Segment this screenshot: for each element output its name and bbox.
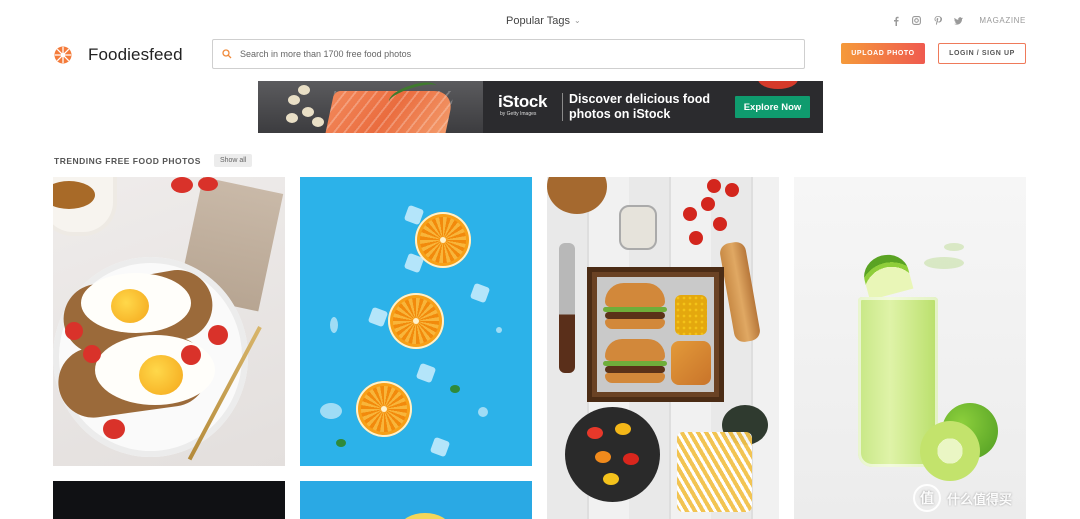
cherry-tomato <box>683 207 697 221</box>
search-input[interactable] <box>240 49 780 59</box>
burger-patty <box>605 366 665 373</box>
cherry-tomato <box>713 217 727 231</box>
burger-bun <box>605 373 665 383</box>
section-title: TRENDING FREE FOOD PHOTOS <box>54 155 201 166</box>
ad-nut <box>298 85 310 95</box>
facebook-icon[interactable] <box>891 16 900 26</box>
ad-food-image <box>258 81 483 133</box>
cherry-tomato <box>689 231 703 245</box>
tomato <box>208 325 228 345</box>
water-drop <box>496 327 502 333</box>
cherry-tomato <box>701 197 715 211</box>
ad-nut <box>288 95 300 105</box>
tomato <box>181 345 201 365</box>
ad-divider <box>562 93 563 121</box>
tea-cup <box>53 177 113 232</box>
burger-bun <box>605 283 665 307</box>
istock-logo: iStock by Getty Images <box>498 92 548 118</box>
pepper <box>587 427 603 439</box>
twitter-icon[interactable] <box>954 16 964 25</box>
ad-headline: Discover delicious food photos on iStock <box>569 92 711 121</box>
pinterest-icon[interactable] <box>933 15 942 25</box>
water-drop <box>320 403 342 419</box>
french-fries <box>677 432 752 512</box>
watermark-text: 什么值得买 <box>946 491 1012 507</box>
mint-leaf <box>336 439 346 447</box>
water-drop <box>330 317 338 333</box>
eggs-toast-photo[interactable] <box>53 177 285 466</box>
explore-now-button[interactable]: Explore Now <box>735 96 810 118</box>
lime-juice-photo[interactable]: 值 什么值得买 <box>794 177 1026 519</box>
istock-brand: iStock <box>498 92 548 111</box>
mushroom-bowl <box>547 177 607 214</box>
tomato <box>198 177 218 191</box>
tomato <box>65 322 83 340</box>
popular-tags-dropdown[interactable]: Popular Tags ⌄ <box>506 15 581 27</box>
ad-nut <box>302 107 314 117</box>
pepper <box>623 453 639 465</box>
chevron-down-icon: ⌄ <box>574 15 581 25</box>
upload-photo-button[interactable]: UPLOAD PHOTO <box>841 43 925 64</box>
tomato <box>171 177 193 193</box>
pepper-mill <box>718 240 762 344</box>
ice-cube <box>415 362 437 384</box>
burger-bun <box>605 319 665 329</box>
trending-section-header: TRENDING FREE FOOD PHOTOS Show all <box>54 154 253 167</box>
splash <box>924 257 964 269</box>
water-drop <box>478 407 488 417</box>
knife <box>559 243 575 373</box>
cherry-tomato <box>707 179 721 193</box>
ice-cube <box>367 306 389 328</box>
search-icon <box>222 49 232 59</box>
mint-leaf <box>450 385 460 393</box>
watermark-logo: 值 <box>912 484 941 512</box>
logo-text: Foodiesfeed <box>88 45 183 64</box>
potato-wedges <box>671 341 711 385</box>
ad-nut <box>312 117 324 127</box>
burger-bun <box>605 339 665 361</box>
blue-photo[interactable] <box>300 481 532 519</box>
wooden-tray <box>587 267 724 402</box>
login-signup-button[interactable]: LOGIN / SIGN UP <box>938 43 1026 64</box>
social-links: MAGAZINE <box>891 15 1026 26</box>
lime-half <box>920 421 980 481</box>
burger-patty <box>605 312 665 319</box>
magazine-link[interactable]: MAGAZINE <box>979 16 1026 25</box>
burger-tray-photo[interactable] <box>547 177 779 519</box>
orange-slice <box>356 381 412 437</box>
orange-slice <box>388 293 444 349</box>
instagram-icon[interactable] <box>912 16 922 25</box>
pepper <box>603 473 619 485</box>
paper-liner <box>597 277 714 392</box>
ad-nut <box>286 113 298 123</box>
orange-slices-photo[interactable] <box>300 177 532 466</box>
search-bar[interactable] <box>212 39 805 69</box>
top-bar: Popular Tags ⌄ MAGAZINE <box>0 0 1080 40</box>
site-logo[interactable]: Foodiesfeed <box>54 45 183 65</box>
corn <box>675 295 707 335</box>
tea <box>53 181 95 209</box>
tomato <box>103 419 125 439</box>
show-all-button[interactable]: Show all <box>213 154 253 167</box>
lime-wedge <box>859 249 914 301</box>
ice-cube <box>429 436 451 458</box>
dark-photo[interactable] <box>53 481 285 519</box>
ice-cube <box>469 282 491 304</box>
istock-brand-sub: by Getty Images <box>500 111 537 117</box>
yolk <box>139 355 183 395</box>
cherry-tomato <box>725 183 739 197</box>
istock-ad-banner[interactable]: iStock by Getty Images Discover deliciou… <box>258 81 823 133</box>
tomato <box>83 345 101 363</box>
yolk <box>111 289 149 323</box>
logo-mark-icon <box>54 46 72 64</box>
ad-tomato <box>758 81 798 89</box>
fruit <box>400 513 450 519</box>
frying-pan <box>565 407 660 502</box>
pepper <box>615 423 631 435</box>
popular-tags-label: Popular Tags <box>506 15 571 27</box>
pepper <box>595 451 611 463</box>
watermark: 值 什么值得买 <box>912 484 1012 512</box>
jar <box>619 205 657 250</box>
splash <box>944 243 964 251</box>
